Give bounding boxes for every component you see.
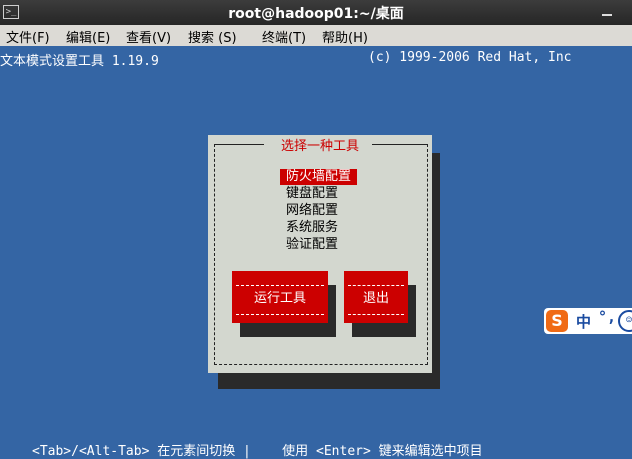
sogou-logo-icon[interactable]: S bbox=[546, 310, 568, 332]
menubar: 文件(F) 编辑(E) 查看(V) 搜索 (S) 终端(T) 帮助(H) bbox=[0, 25, 632, 46]
list-item-services[interactable]: 系统服务 bbox=[280, 220, 344, 236]
run-button-label: 运行工具 bbox=[253, 291, 306, 306]
menu-view[interactable]: 查看(V) bbox=[126, 27, 171, 46]
run-tool-button[interactable]: 运行工具 bbox=[232, 271, 328, 323]
app-header-left: 文本模式设置工具 1.19.9 bbox=[0, 54, 159, 69]
list-item-network[interactable]: 网络配置 bbox=[280, 203, 344, 219]
menu-help[interactable]: 帮助(H) bbox=[322, 27, 368, 46]
list-item-keyboard[interactable]: 键盘配置 bbox=[280, 186, 344, 202]
ime-mode-label[interactable]: 中 bbox=[576, 311, 591, 332]
list-item-firewall[interactable]: 防火墙配置 bbox=[280, 169, 358, 185]
status-hint: <Tab>/<Alt-Tab> 在元素间切换 | 使用 <Enter> 键来编辑… bbox=[32, 444, 483, 459]
menu-edit[interactable]: 编辑(E) bbox=[66, 27, 110, 46]
tool-select-dialog: 选择一种工具 防火墙配置 键盘配置 网络配置 系统服务 验证配置 运行工具 退出 bbox=[208, 135, 432, 373]
dialog-frame-top-left bbox=[214, 144, 264, 145]
smiley-icon[interactable]: ☺ bbox=[618, 310, 632, 332]
window-titlebar[interactable]: >_ root@hadoop01:~/桌面 bbox=[0, 0, 632, 25]
menu-terminal[interactable]: 终端(T) bbox=[262, 27, 306, 46]
menu-search[interactable]: 搜索 (S) bbox=[188, 27, 237, 46]
menu-file[interactable]: 文件(F) bbox=[6, 27, 50, 46]
ime-toolbar[interactable]: S 中 °, ☺ bbox=[544, 308, 632, 334]
dialog-frame-top-right bbox=[372, 144, 427, 145]
list-item-auth[interactable]: 验证配置 bbox=[280, 237, 344, 253]
dialog-title: 选择一种工具 bbox=[280, 139, 359, 154]
ime-punct-label[interactable]: °, bbox=[598, 308, 616, 326]
quit-button[interactable]: 退出 bbox=[344, 271, 408, 323]
minimize-button[interactable] bbox=[602, 14, 612, 16]
window-title: root@hadoop01:~/桌面 bbox=[228, 6, 404, 22]
app-header-right: (c) 1999-2006 Red Hat, Inc bbox=[368, 50, 572, 65]
quit-button-label: 退出 bbox=[362, 291, 389, 306]
